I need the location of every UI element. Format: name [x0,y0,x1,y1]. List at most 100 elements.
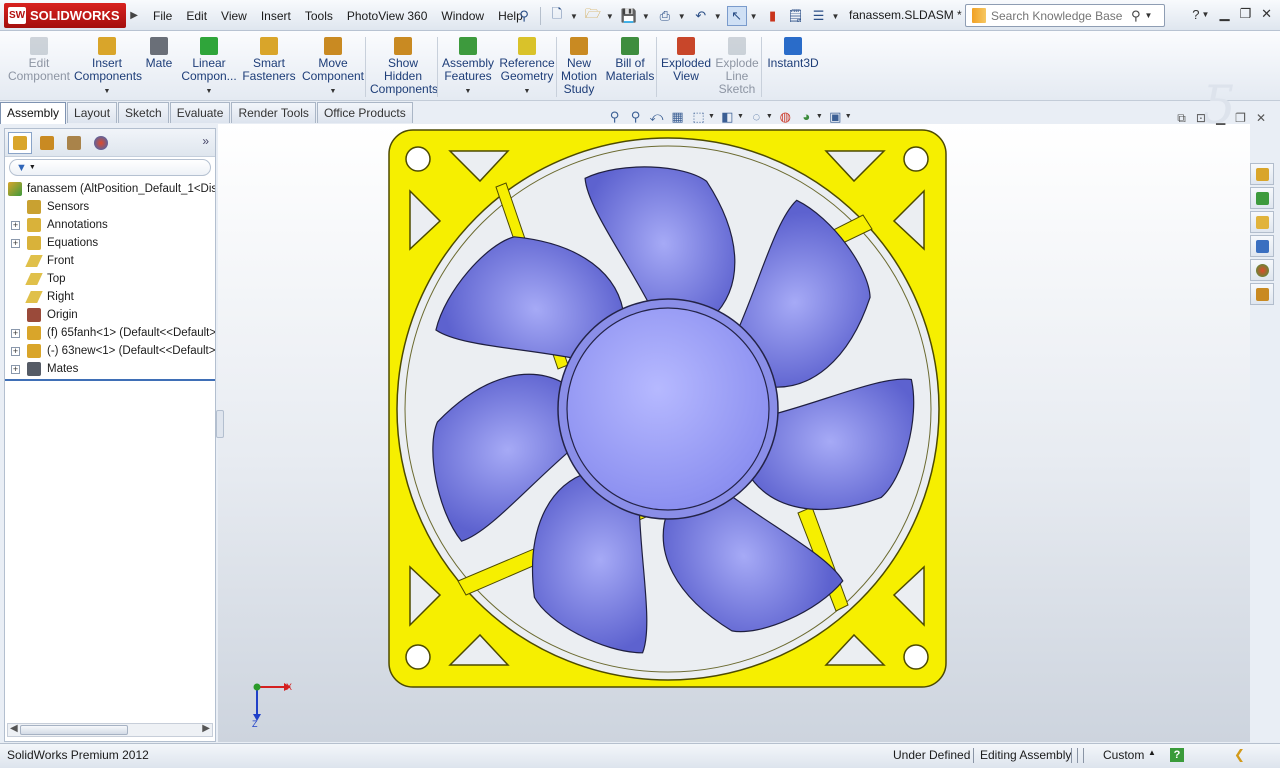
search-input[interactable] [991,8,1131,23]
horizontal-scrollbar[interactable]: ◀ ▶ [7,723,213,737]
cmd-explode-line-sketch[interactable]: Explode Line Sketch [712,35,762,96]
new-dropdown-icon[interactable]: ▼ [570,12,578,21]
cmd-exploded-view[interactable]: Exploded View [660,35,712,83]
cmd-instant3d[interactable]: Instant3D [764,35,822,70]
view-settings-icon[interactable]: ▣ [827,108,844,125]
expand-icon[interactable]: + [11,221,20,230]
tab-layout[interactable]: Layout [67,102,118,123]
tree-item[interactable]: + Equations [5,234,215,252]
open-dropdown-icon[interactable]: ▼ [606,12,614,21]
feature-tree-filter[interactable]: ▼ ▼ [9,159,211,176]
scrollbar-thumb[interactable] [20,725,128,735]
tree-item[interactable]: + (-) 63new<1> (Default<<Default> [5,342,215,360]
print-icon[interactable]: ⎙ [655,6,675,26]
help-icon[interactable]: ? [1192,7,1199,22]
pin-icon[interactable]: ⚲ [514,6,534,26]
cmd-reference-geometry[interactable]: Reference Geometry ▼ [496,35,558,98]
panel-collapse-grip[interactable] [216,410,224,438]
view-palette-tab[interactable] [1250,235,1274,257]
tab-assembly[interactable]: Assembly [0,102,67,124]
feature-manager-tab[interactable] [8,131,32,154]
units-dropdown-icon[interactable]: ▲ [1148,748,1156,757]
file-explorer-tab[interactable] [1250,211,1274,233]
edit-appearance-icon[interactable]: ◍ [777,108,794,125]
tree-item[interactable]: Front [5,252,215,270]
view-orientation-dropdown-icon[interactable]: ▼ [708,113,715,120]
undo-dropdown-icon[interactable]: ▼ [714,12,722,21]
help-dropdown-icon[interactable]: ▼ [1202,10,1210,19]
select-dropdown-icon[interactable]: ▼ [750,12,758,21]
display-manager-tab[interactable] [89,132,113,154]
options-dropdown-icon[interactable]: ▼ [832,12,840,21]
tree-item[interactable]: Sensors [5,198,215,216]
custom-properties-tab[interactable] [1250,283,1274,305]
cmd-smart-fasteners[interactable]: Smart Fasteners [238,35,300,83]
expand-icon[interactable]: + [11,347,20,356]
undo-icon[interactable]: ↶ [691,6,711,26]
cmd-dropdown-icon[interactable]: ▼ [180,85,238,98]
menu-insert[interactable]: Insert [254,8,298,24]
viewport-split-icon[interactable]: ⊡ [1196,111,1206,126]
tree-root[interactable]: fanassem (AltPosition_Default_1<Disp [5,180,215,198]
hide-show-dropdown-icon[interactable]: ▼ [766,113,773,120]
expand-icon[interactable]: + [11,329,20,338]
options-icon[interactable]: ☰ [809,6,829,26]
cmd-assembly-features[interactable]: Assembly Features ▼ [440,35,496,98]
cmd-move-component[interactable]: Move Component ▼ [300,35,366,98]
cmd-dropdown-icon[interactable]: ▼ [496,85,558,98]
search-dropdown-icon[interactable]: ▼ [1145,11,1153,20]
display-style-icon[interactable]: ◧ [719,108,736,125]
quick-tips-icon[interactable]: ? [1170,748,1184,762]
expand-icon[interactable]: + [11,239,20,248]
cmd-mate[interactable]: Mate [140,35,178,70]
property-manager-tab[interactable] [35,132,59,154]
fan-hub[interactable] [566,307,770,511]
menu-photoview-360[interactable]: PhotoView 360 [340,8,435,24]
section-view-icon[interactable]: ▦ [669,108,686,125]
units-selector[interactable]: Custom [1103,748,1144,762]
rebuild-traffic-light-icon[interactable]: ▮ [763,6,783,26]
view-orientation-icon[interactable]: ⬚ [690,108,707,125]
design-library-tab[interactable] [1250,187,1274,209]
select-arrow-icon[interactable]: ↖ [726,6,747,26]
zoom-to-area-icon[interactable]: ⚲ [627,108,644,125]
tree-item[interactable]: + (f) 65fanh<1> (Default<<Default> [5,324,215,342]
tab-office-products[interactable]: Office Products [316,102,413,123]
scroll-right-icon[interactable]: ▶ [202,723,210,734]
viewport-minimize-icon[interactable]: ▁ [1216,111,1225,126]
tab-evaluate[interactable]: Evaluate [169,102,231,123]
status-expand-icon[interactable]: ❮ [1234,747,1245,763]
cmd-show-hidden[interactable]: Show Hidden Components [370,35,438,96]
zoom-to-fit-icon[interactable]: ⚲ [606,108,623,125]
open-folder-icon[interactable]: 🗁 [583,6,603,26]
apply-scene-icon[interactable]: ◕ [798,108,815,125]
scroll-left-icon[interactable]: ◀ [10,723,18,734]
save-dropdown-icon[interactable]: ▼ [642,12,650,21]
appearances-tab[interactable] [1250,259,1274,281]
expand-icon[interactable]: + [11,365,20,374]
restore-icon[interactable]: ❐ [1239,6,1251,22]
cmd-bill-of-materials[interactable]: Bill of Materials [604,35,656,83]
display-style-dropdown-icon[interactable]: ▼ [737,113,744,120]
hide-show-items-icon[interactable]: ◌ [748,108,765,125]
fan-model[interactable] [388,129,948,689]
rollback-bar[interactable] [5,379,215,381]
cmd-dropdown-icon[interactable]: ▼ [300,85,366,98]
cmd-insert-components[interactable]: Insert Components ▼ [74,35,142,98]
apply-scene-dropdown-icon[interactable]: ▼ [816,113,823,120]
save-icon[interactable]: 💾 [619,6,639,26]
tree-item[interactable]: Origin [5,306,215,324]
viewport-restore-icon[interactable]: ❐ [1235,111,1246,126]
knowledge-base-search[interactable]: ⚲ ▼ [965,4,1165,27]
view-settings-dropdown-icon[interactable]: ▼ [845,113,852,120]
expand-panel-icon[interactable]: » [202,134,209,148]
print-dropdown-icon[interactable]: ▼ [678,12,686,21]
solidworks-logo[interactable]: SW SOLIDWORKS ▶ [4,3,138,28]
tree-item[interactable]: + Mates [5,360,215,378]
tree-item[interactable]: Top [5,270,215,288]
file-properties-icon[interactable]: 🗒 [786,6,806,26]
cmd-motion-study[interactable]: New Motion Study [560,35,598,96]
cmd-edit-component[interactable]: Edit Component [6,35,72,83]
tree-item[interactable]: + Annotations [5,216,215,234]
cmd-linear-pattern[interactable]: Linear Compon... ▼ [180,35,238,98]
